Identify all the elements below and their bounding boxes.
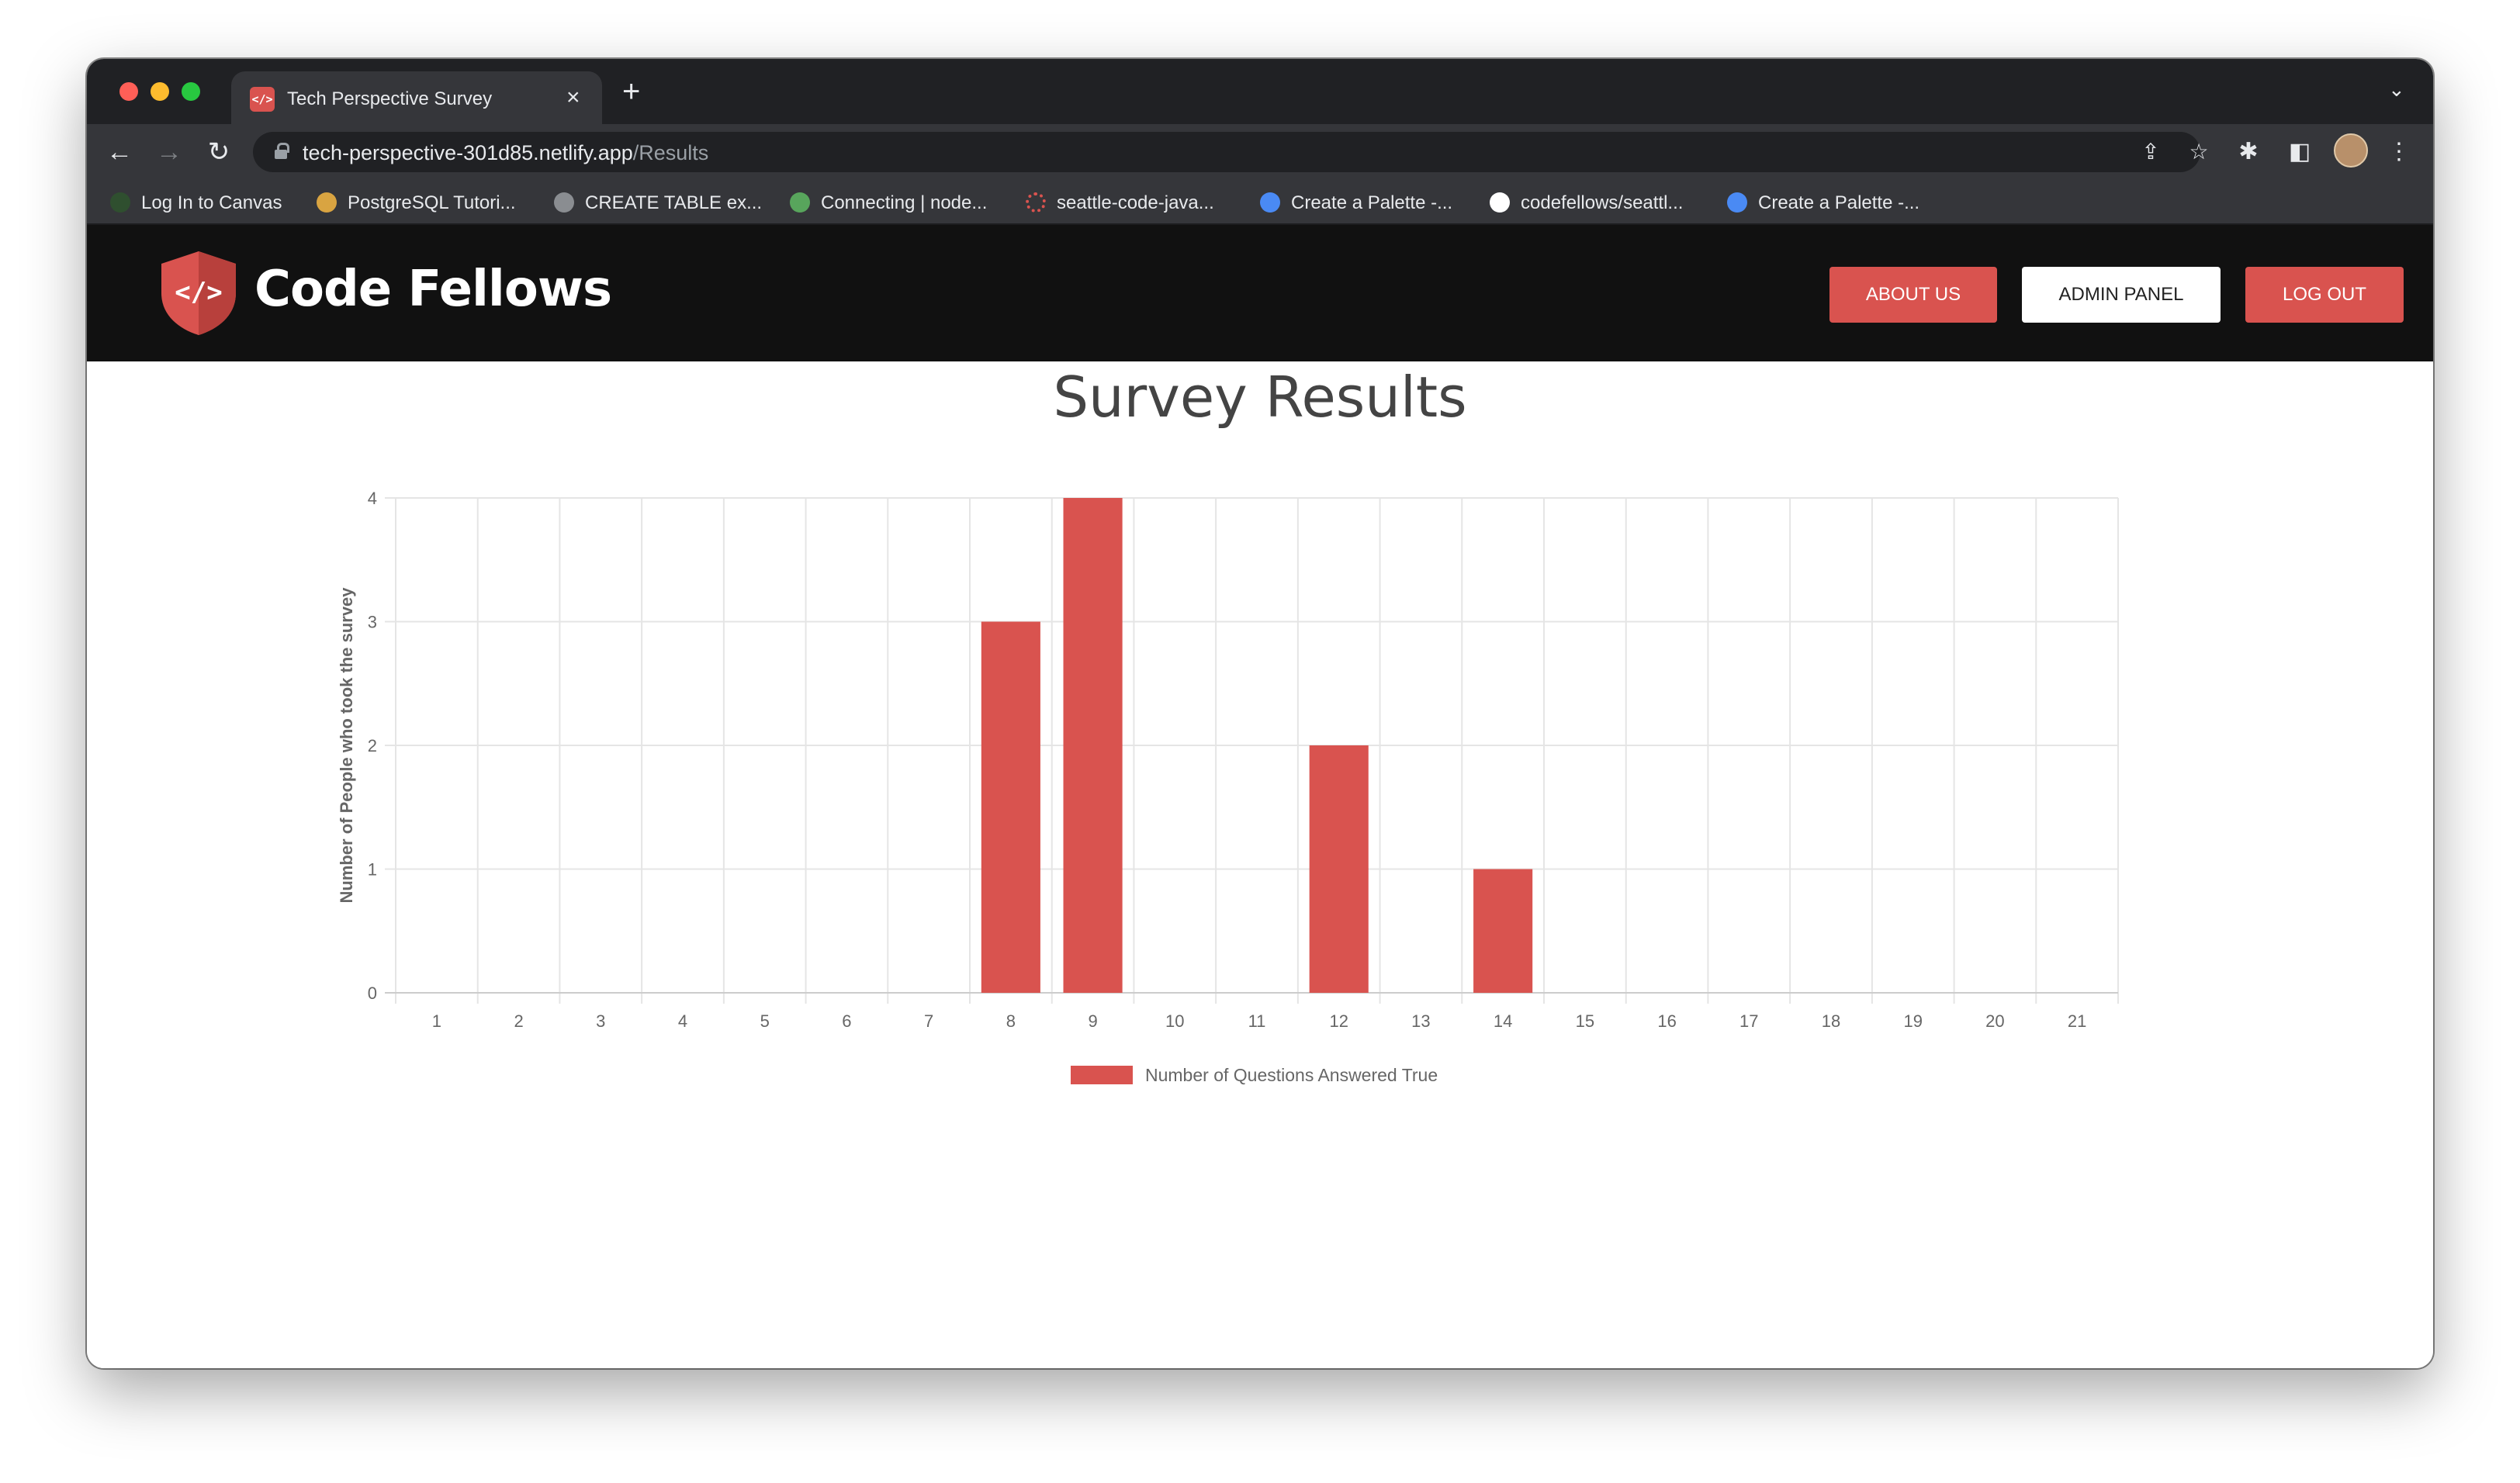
about-us-button[interactable]: ABOUT US	[1829, 267, 1997, 323]
x-tick-label: 16	[1657, 1011, 1676, 1031]
bookmark-label: PostgreSQL Tutori...	[348, 192, 516, 213]
x-tick-label: 12	[1329, 1011, 1348, 1031]
code-fellows-favicon-icon: </>	[250, 87, 275, 112]
y-tick-label: 0	[368, 983, 377, 1003]
palette-icon	[1727, 192, 1747, 213]
page-content: Survey Results 0 1 2 3 4 1 2 3 4 5 6 7 8 9 10 11 12 13 14 1…	[87, 361, 2433, 1368]
new-tab-icon[interactable]: +	[622, 74, 640, 109]
x-tick-label: 21	[2068, 1011, 2086, 1031]
globe-icon	[554, 192, 574, 213]
y-tick-label: 1	[368, 860, 377, 880]
bookmark-label: Connecting | node...	[821, 192, 988, 213]
back-arrow-icon[interactable]: ←	[101, 133, 138, 171]
extensions-puzzle-icon[interactable]: ✱	[2231, 135, 2266, 169]
legend-swatch	[1071, 1066, 1133, 1084]
bookmarks-bar: Log In to Canvas PostgreSQL Tutori... CR…	[87, 180, 2433, 225]
x-tick-label: 19	[1903, 1011, 1922, 1031]
site-header: </> Code Fellows ABOUT US ADMIN PANEL LO…	[87, 225, 2433, 361]
tab-search-chevron-icon[interactable]: ⌄	[2388, 78, 2405, 102]
logo-mark-text: </>	[175, 277, 222, 308]
url-path: /Results	[632, 141, 709, 164]
y-tick-label: 4	[368, 489, 377, 508]
palette-icon	[1260, 192, 1280, 213]
code-fellows-shield-icon[interactable]: </>	[158, 250, 239, 337]
reload-icon[interactable]: ↻	[200, 133, 237, 171]
y-tick-label: 2	[368, 736, 377, 755]
admin-panel-button[interactable]: ADMIN PANEL	[2022, 267, 2221, 323]
url-host: tech-perspective-301d85.netlify.app	[303, 141, 633, 164]
x-tick-label: 7	[924, 1011, 933, 1031]
tab-close-icon[interactable]: ×	[566, 84, 580, 112]
lock-icon[interactable]	[275, 143, 289, 160]
x-tick-label: 13	[1411, 1011, 1430, 1031]
browser-window: </> Tech Perspective Survey × + ⌄ ← → ↻ …	[87, 59, 2433, 1368]
bookmark-label: Create a Palette -...	[1758, 192, 1920, 213]
x-tick-label: 8	[1006, 1011, 1016, 1031]
y-tick-label: 3	[368, 613, 377, 632]
bar-9	[1063, 498, 1123, 993]
log-out-button[interactable]: LOG OUT	[2245, 267, 2404, 323]
elephant-icon	[790, 192, 810, 213]
x-tick-label: 6	[842, 1011, 851, 1031]
chart-legend: Number of Questions Answered True	[1071, 1065, 1438, 1085]
address-bar[interactable]: tech-perspective-301d85.netlify.app/Resu…	[253, 132, 2209, 172]
survey-results-chart: 012341 2 3 4 5 6 7 8 9 10 11 12 13 14 15 16 17 18 19 20 21Nu…	[337, 489, 2119, 1085]
bar-12	[1309, 745, 1369, 993]
tab-strip: </> Tech Perspective Survey × + ⌄	[87, 59, 2433, 124]
x-tick-label: 4	[678, 1011, 687, 1031]
profile-avatar[interactable]	[2334, 133, 2368, 168]
x-tick-label: 15	[1576, 1011, 1594, 1031]
x-tick-label: 5	[760, 1011, 770, 1031]
forward-arrow-icon[interactable]: →	[151, 133, 188, 171]
close-window-button[interactable]	[119, 82, 138, 101]
bookmark-label: seattle-code-java...	[1057, 192, 1214, 213]
browser-menu-icon[interactable]: ⋮	[2382, 135, 2416, 169]
bar-8	[981, 621, 1040, 993]
x-tick-label: 3	[596, 1011, 605, 1031]
x-tick-label: 14	[1494, 1011, 1512, 1031]
browser-toolbar: ← → ↻ tech-perspective-301d85.netlify.ap…	[87, 124, 2433, 180]
minimize-window-button[interactable]	[151, 82, 169, 101]
x-tick-label: 9	[1088, 1011, 1097, 1031]
bookmark-star-icon[interactable]: ☆	[2185, 138, 2213, 166]
legend-label: Number of Questions Answered True	[1145, 1065, 1438, 1085]
bar-14	[1473, 869, 1533, 993]
logo-text[interactable]: Code Fellows	[254, 261, 612, 318]
bookmark-label: Create a Palette -...	[1291, 192, 1453, 213]
canvas-icon	[110, 192, 130, 213]
postgresql-icon	[317, 192, 337, 213]
x-tick-label: 18	[1822, 1011, 1840, 1031]
url-text[interactable]: tech-perspective-301d85.netlify.app/Resu…	[303, 141, 708, 165]
x-tick-label: 17	[1739, 1011, 1758, 1031]
bookmark-label: CREATE TABLE ex...	[585, 192, 763, 213]
tab-title: Tech Perspective Survey	[287, 88, 493, 109]
bookmark-label: Log In to Canvas	[141, 192, 282, 213]
github-icon	[1490, 192, 1510, 213]
x-tick-label: 20	[1985, 1011, 2004, 1031]
x-tick-label: 2	[514, 1011, 523, 1031]
side-panel-icon[interactable]: ◧	[2283, 135, 2317, 169]
tab-active[interactable]: </> Tech Perspective Survey ×	[231, 71, 602, 124]
maximize-window-button[interactable]	[182, 82, 200, 101]
share-icon[interactable]: ⇪	[2137, 138, 2165, 166]
y-axis-label: Number of People who took the survey	[337, 587, 356, 904]
x-tick-label: 11	[1248, 1011, 1266, 1031]
bookmark-label: codefellows/seattl...	[1521, 192, 1684, 213]
x-tick-label: 1	[432, 1011, 441, 1031]
x-tick-label: 10	[1165, 1011, 1184, 1031]
spinner-icon	[1026, 192, 1046, 213]
